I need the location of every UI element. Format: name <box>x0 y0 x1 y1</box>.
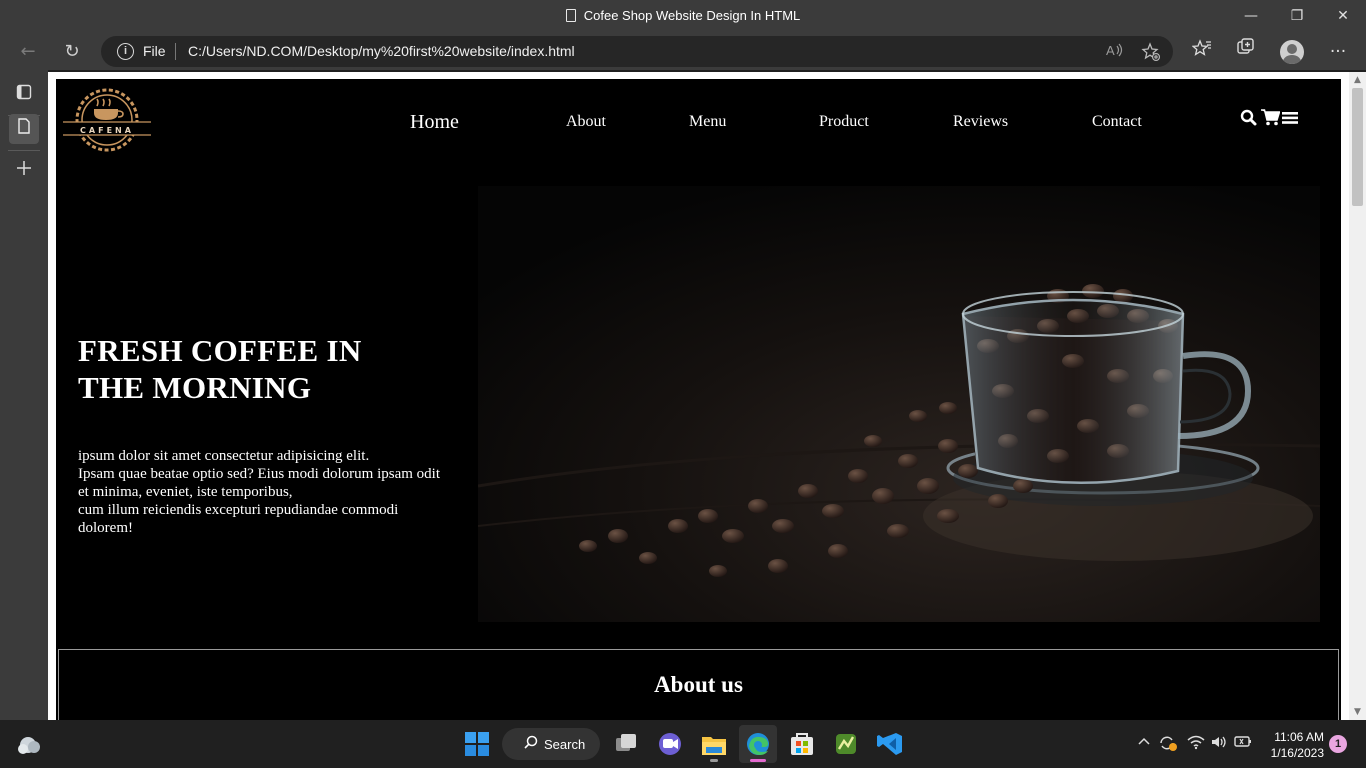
profile-avatar[interactable] <box>1280 40 1304 64</box>
refresh-button[interactable]: ↻ <box>57 37 87 67</box>
microsoft-store-icon[interactable] <box>783 725 821 763</box>
document-icon <box>565 9 576 22</box>
taskbar-search[interactable]: Search <box>502 728 600 760</box>
hero-title: FRESH COFFEE IN THE MORNING <box>78 333 362 405</box>
back-button[interactable]: ← <box>13 37 43 67</box>
active-indicator <box>750 759 766 762</box>
restore-button[interactable]: ❐ <box>1274 0 1320 33</box>
nav-about[interactable]: About <box>566 113 606 131</box>
search-icon <box>524 735 538 749</box>
clock-date: 1/16/2023 <box>1270 746 1324 760</box>
hero-line: ipsum dolor sit amet consectetur adipisi… <box>78 448 370 464</box>
window-title: Cofee Shop Website Design In HTML <box>0 8 1366 23</box>
url-text[interactable]: C:/Users/ND.COM/Desktop/my%20first%20web… <box>188 43 575 59</box>
address-bar[interactable]: i File C:/Users/ND.COM/Desktop/my%20firs… <box>101 36 1173 67</box>
svg-text:A: A <box>1106 43 1115 58</box>
clock-time: 11:06 AM <box>1274 730 1324 744</box>
hero-coffee-image <box>477 186 1321 622</box>
update-sync-icon[interactable] <box>1158 734 1178 755</box>
settings-more-button[interactable]: ··· <box>1323 37 1353 67</box>
scrollbar-thumb[interactable] <box>1352 88 1363 206</box>
nav-reviews[interactable]: Reviews <box>953 113 1008 131</box>
show-hidden-icons-icon[interactable] <box>1137 734 1151 751</box>
tab-actions-icon[interactable] <box>9 80 39 110</box>
volume-icon[interactable] <box>1210 734 1228 753</box>
scroll-down-arrow-icon[interactable]: ▼ <box>1349 704 1366 720</box>
task-view-icon[interactable] <box>607 725 645 763</box>
game-app-icon[interactable] <box>827 725 865 763</box>
close-button[interactable]: ✕ <box>1320 0 1366 33</box>
weather-widget-icon[interactable] <box>10 725 48 763</box>
page-scrollbar[interactable]: ▲ ▼ <box>1349 72 1366 720</box>
file-explorer-icon[interactable] <box>695 725 733 763</box>
favorites-icon[interactable] <box>1187 37 1217 67</box>
battery-icon[interactable] <box>1234 734 1254 753</box>
edge-browser-icon[interactable] <box>739 725 777 763</box>
logo-text: CAFENA <box>80 126 134 135</box>
nav-contact[interactable]: Contact <box>1092 113 1142 131</box>
system-clock[interactable]: 11:06 AM 1/16/2023 <box>1262 729 1324 761</box>
about-heading: About us <box>654 672 743 697</box>
new-tab-button[interactable] <box>9 156 39 186</box>
collections-icon[interactable] <box>1231 37 1261 67</box>
divider <box>175 43 176 60</box>
hero-line: cum illum reiciendis excepturi repudiand… <box>78 502 399 536</box>
search-icon[interactable] <box>1240 109 1257 131</box>
windows-taskbar: Search 11:06 AM 1/16/2023 1 <box>0 720 1366 768</box>
nav-product[interactable]: Product <box>819 113 869 131</box>
cart-icon[interactable] <box>1261 109 1281 131</box>
nav-home[interactable]: Home <box>410 111 459 134</box>
nav-menu[interactable]: Menu <box>689 113 726 131</box>
start-windows-icon[interactable] <box>458 725 496 763</box>
minimize-button[interactable]: — <box>1228 0 1274 33</box>
website: CAFENA Home About Menu Product Reviews C… <box>56 79 1341 720</box>
running-indicator <box>710 759 718 762</box>
search-label: Search <box>544 737 586 752</box>
hero-paragraph: ipsum dolor sit amet consectetur adipisi… <box>78 447 448 537</box>
about-section: About us <box>58 649 1339 720</box>
wifi-icon[interactable] <box>1187 734 1205 753</box>
browser-title-bar: Cofee Shop Website Design In HTML — ❐ ✕ <box>0 0 1366 33</box>
scroll-up-arrow-icon[interactable]: ▲ <box>1349 72 1366 88</box>
read-aloud-icon[interactable]: A <box>1105 42 1125 62</box>
add-favorite-icon[interactable] <box>1141 42 1161 62</box>
window-title-text: Cofee Shop Website Design In HTML <box>583 8 801 23</box>
info-icon[interactable]: i <box>117 43 134 60</box>
cafena-logo[interactable]: CAFENA <box>61 84 153 156</box>
vscode-icon[interactable] <box>871 725 909 763</box>
scheme-label: File <box>143 43 166 59</box>
browser-toolbar: ← ↻ i File C:/Users/ND.COM/Desktop/my%20… <box>0 33 1366 70</box>
hamburger-menu-icon[interactable] <box>1282 109 1298 131</box>
hero-line: Ipsam quae beatae optio sed? Eius modi d… <box>78 466 441 500</box>
teams-chat-icon[interactable] <box>651 725 689 763</box>
tab-current-page[interactable] <box>9 114 39 144</box>
vertical-tab-strip <box>0 70 48 720</box>
divider <box>8 150 40 151</box>
notification-badge[interactable]: 1 <box>1329 735 1347 753</box>
